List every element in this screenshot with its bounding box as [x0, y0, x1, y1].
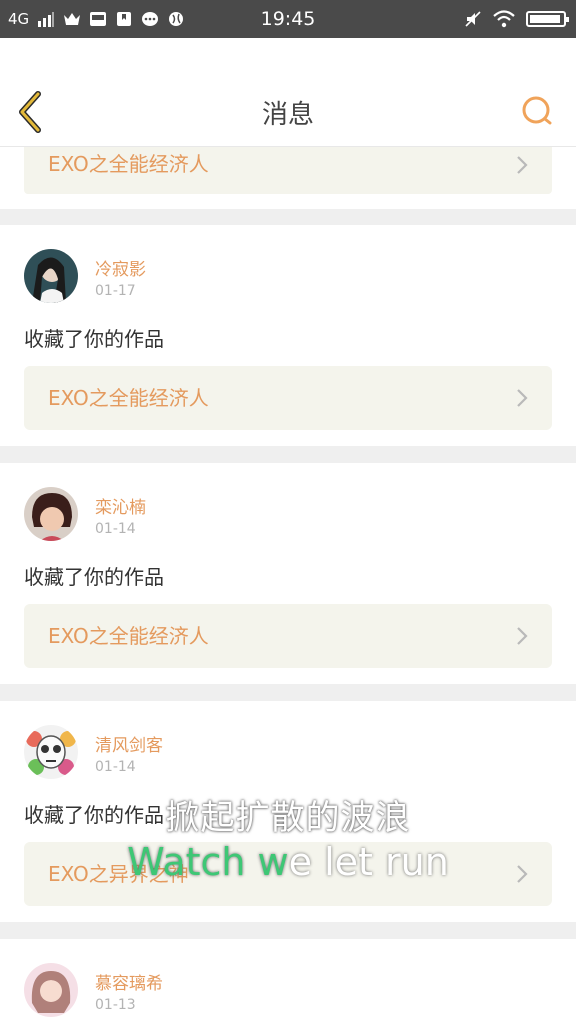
user-name[interactable]: 栾沁楠 [95, 493, 146, 518]
message-date: 01-14 [95, 759, 136, 775]
message-date: 01-17 [95, 283, 136, 299]
avatar[interactable] [24, 725, 78, 779]
user-name[interactable]: 冷寂影 [95, 255, 146, 280]
user-name[interactable]: 清风剑客 [95, 731, 163, 756]
search-icon[interactable] [520, 92, 554, 132]
avatar[interactable] [24, 963, 78, 1017]
message-card-partial: EXO之全能经济人 [0, 147, 576, 209]
chevron-right-icon [517, 389, 528, 407]
work-link[interactable]: EXO之全能经济人 [24, 604, 552, 668]
message-action: 收藏了你的作品 [24, 327, 164, 351]
subtitle-line-2: Watch we let run [0, 840, 576, 884]
message-date: 01-14 [95, 521, 136, 537]
chevron-right-icon [517, 156, 528, 174]
chevron-right-icon [517, 627, 528, 645]
subtitle-rest: e let run [288, 840, 449, 884]
status-bar: 4G 19:45 [0, 0, 576, 38]
work-link[interactable]: EXO之全能经济人 [24, 366, 552, 430]
message-card: 慕容璃希 01-13 [0, 939, 576, 1024]
wifi-icon [493, 10, 515, 28]
message-action: 收藏了你的作品 [24, 565, 164, 589]
message-date: 01-13 [95, 997, 136, 1013]
work-title: EXO之全能经济人 [48, 624, 209, 648]
work-title: EXO之全能经济人 [48, 152, 209, 176]
work-title: EXO之全能经济人 [48, 386, 209, 410]
work-link[interactable]: EXO之全能经济人 [24, 147, 552, 194]
message-card: 冷寂影 01-17 收藏了你的作品 EXO之全能经济人 [0, 225, 576, 446]
page-title: 消息 [261, 100, 314, 130]
message-list[interactable]: EXO之全能经济人 冷寂影 01-17 收藏了你的作品 EXO之全能经济人 栾沁… [0, 147, 576, 1024]
subtitle-line-1: 掀起扩散的波浪 [165, 798, 411, 838]
status-right [464, 0, 569, 38]
mute-icon [465, 11, 481, 27]
avatar[interactable] [24, 249, 78, 303]
message-card: 栾沁楠 01-14 收藏了你的作品 EXO之全能经济人 [0, 463, 576, 684]
battery-icon [526, 11, 569, 27]
avatar[interactable] [24, 487, 78, 541]
subtitle-highlight: Watch w [127, 840, 289, 884]
user-name[interactable]: 慕容璃希 [95, 969, 163, 994]
